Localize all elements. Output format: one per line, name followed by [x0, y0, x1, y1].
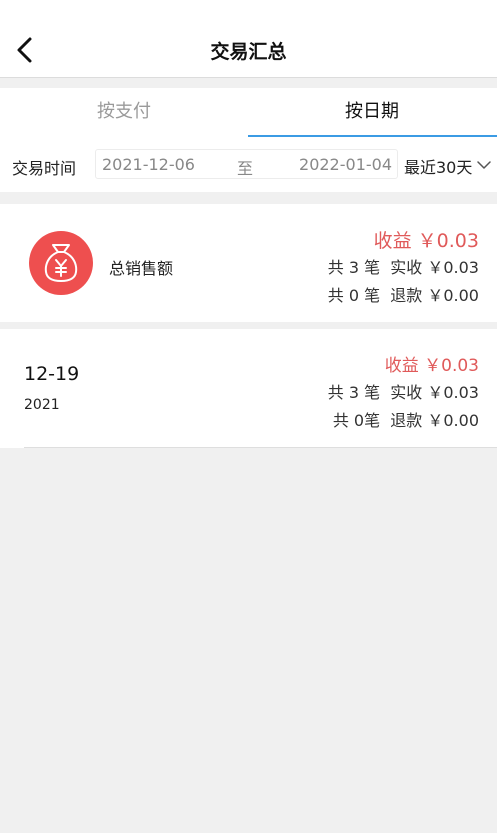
total-refund: 共 0 笔 退款 ￥0.00 — [327, 286, 479, 305]
start-date-field[interactable]: 2021-12-06 — [102, 155, 195, 174]
chevron-down-icon[interactable] — [477, 160, 491, 170]
active-tab-indicator — [248, 135, 497, 137]
filter-panel: 按支付 按日期 交易时间 2021-12-06 至 2022-01-04 最近3… — [0, 88, 497, 192]
tab-by-payment[interactable]: 按支付 — [0, 88, 248, 136]
date-range-row: 交易时间 2021-12-06 至 2022-01-04 最近30天 — [0, 148, 497, 182]
total-received: 共 3 笔 实收 ￥0.03 — [327, 258, 479, 277]
date-range-label: 交易时间 — [12, 159, 77, 178]
range-preset-select[interactable]: 最近30天 — [404, 154, 472, 178]
total-profit: 收益 ￥0.03 — [373, 230, 479, 252]
day-refund: 共 0笔 退款 ￥0.00 — [332, 411, 479, 430]
day-profit: 收益 ￥0.03 — [384, 356, 479, 376]
day-received: 共 3 笔 实收 ￥0.03 — [327, 383, 479, 402]
page-title: 交易汇总 — [210, 41, 287, 63]
end-date-field[interactable]: 2022-01-04 — [299, 155, 392, 174]
divider — [24, 447, 497, 448]
total-sales-card[interactable]: 总销售额 收益 ￥0.03 共 3 笔 实收 ￥0.03 共 0 笔 退款 ￥0… — [0, 204, 497, 322]
total-sales-label: 总销售额 — [109, 259, 174, 278]
date-separator: 至 — [237, 159, 254, 178]
list-item[interactable]: 12-19 2021 收益 ￥0.03 共 3 笔 实收 ￥0.03 共 0笔 … — [0, 329, 497, 448]
tab-by-date[interactable]: 按日期 — [248, 88, 496, 136]
day-date: 12-19 — [24, 363, 80, 385]
day-year: 2021 — [24, 397, 60, 413]
app-header: 交易汇总 — [0, 0, 497, 78]
date-range-box: 2021-12-06 至 2022-01-04 — [95, 149, 398, 179]
money-bag-icon — [29, 231, 93, 295]
